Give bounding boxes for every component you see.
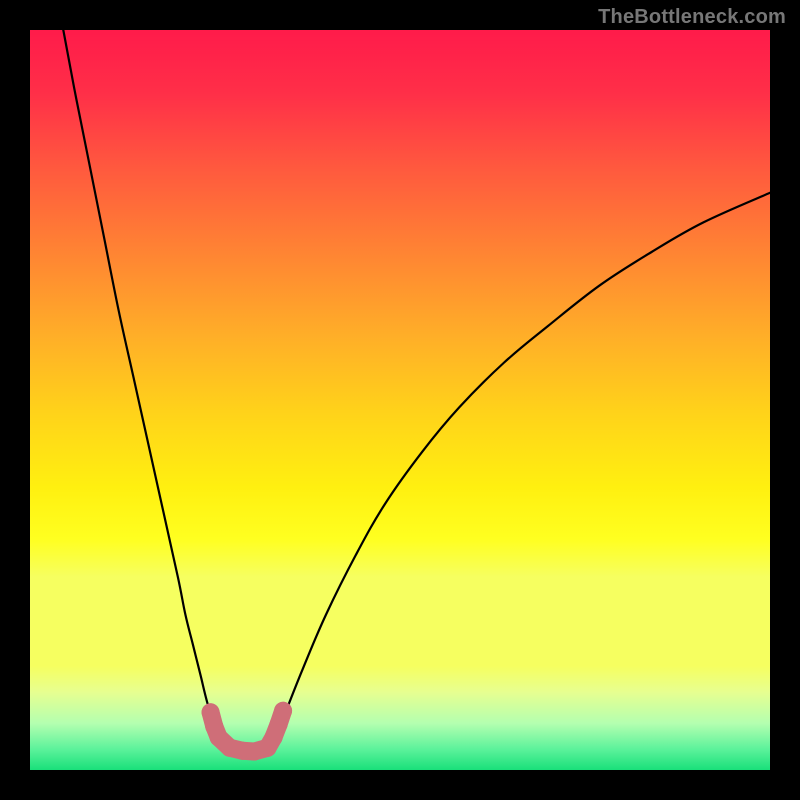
watermark-text: TheBottleneck.com (598, 6, 786, 29)
chart-frame: TheBottleneck.com (0, 0, 800, 800)
highlighted-points-group (202, 702, 293, 761)
marker-dot (274, 702, 292, 720)
plot-area (30, 30, 770, 770)
marker-layer (30, 30, 770, 770)
